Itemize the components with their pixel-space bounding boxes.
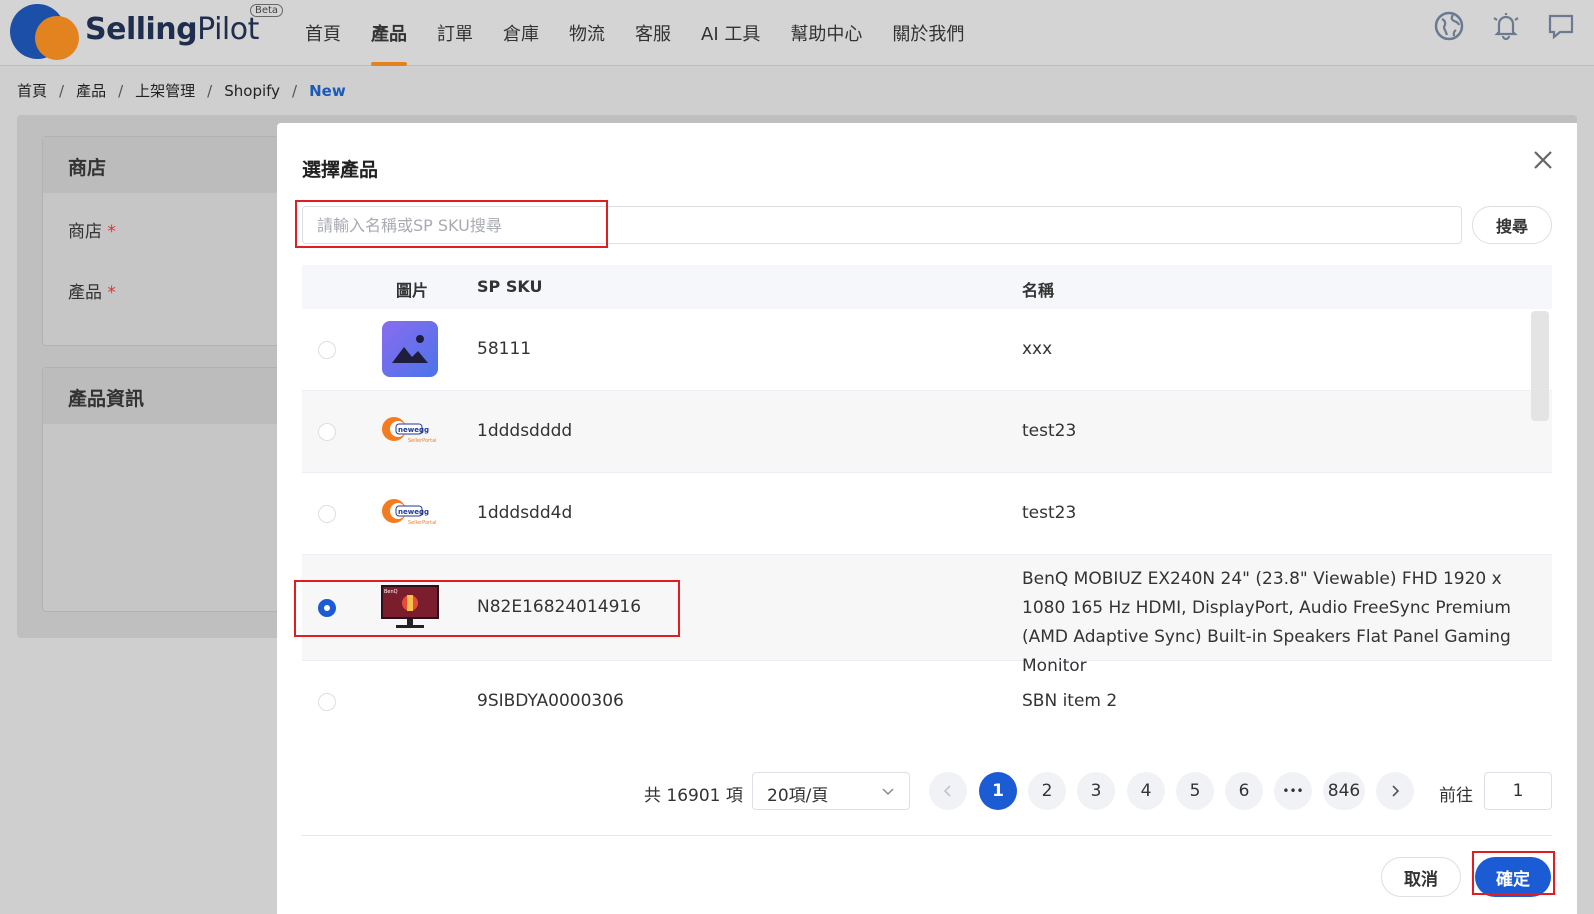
main-nav: 首頁 產品 訂單 倉庫 物流 客服 AI 工具 幫助中心 關於我們 — [290, 0, 979, 66]
breadcrumb-listing-management[interactable]: 上架管理 — [135, 80, 195, 101]
dialog-title: 選擇產品 — [302, 159, 379, 181]
goto-page-input[interactable] — [1484, 772, 1552, 810]
nav-item-orders[interactable]: 訂單 — [422, 0, 488, 66]
chevron-right-icon — [1392, 785, 1400, 797]
svg-text:SellerPortal: SellerPortal — [408, 520, 437, 526]
nav-item-ai-tools[interactable]: AI 工具 — [686, 0, 775, 66]
page-button-4[interactable]: 4 — [1127, 772, 1165, 810]
newegg-logo: newegg SellerPortal — [382, 499, 437, 526]
table-scrollbar[interactable] — [1531, 311, 1549, 421]
message-icon[interactable] — [1546, 10, 1578, 42]
row-sku: 58111 — [477, 339, 532, 359]
close-icon[interactable] — [1532, 149, 1554, 171]
search-button[interactable]: 搜尋 — [1472, 206, 1552, 244]
table-row[interactable]: newegg SellerPortal 1dddsdddd test23 — [302, 391, 1552, 473]
breadcrumb-products[interactable]: 產品 — [76, 80, 106, 101]
svg-text:newegg: newegg — [398, 426, 429, 434]
row-radio[interactable] — [318, 423, 336, 441]
product-field-label: 產品 * — [68, 283, 116, 303]
page-button-last[interactable]: 846 — [1323, 772, 1365, 810]
store-field-label: 商店 * — [68, 222, 116, 242]
row-sku: 1dddsdddd — [477, 421, 573, 441]
page-size-select[interactable]: 20項/頁 — [752, 772, 910, 810]
top-header: SellingPilot Beta 首頁 產品 訂單 倉庫 物流 客服 AI 工… — [0, 0, 1594, 66]
page-button-2[interactable]: 2 — [1028, 772, 1066, 810]
nav-item-customer-service[interactable]: 客服 — [620, 0, 686, 66]
table-header: 圖片 SP SKU 名稱 — [302, 265, 1552, 309]
row-radio-checked[interactable] — [318, 599, 336, 617]
page-button-1[interactable]: 1 — [979, 772, 1017, 810]
row-name: test23 — [1022, 503, 1077, 523]
cancel-button[interactable]: 取消 — [1381, 857, 1461, 897]
nav-item-help-center[interactable]: 幫助中心 — [775, 0, 877, 66]
row-radio[interactable] — [318, 693, 336, 711]
globe-icon[interactable] — [1433, 10, 1465, 42]
breadcrumb-home[interactable]: 首頁 — [17, 80, 47, 101]
logo-text: SellingPilot — [85, 12, 259, 47]
svg-text:newegg: newegg — [398, 508, 429, 516]
row-name: test23 — [1022, 421, 1077, 441]
svg-text:SellerPortal: SellerPortal — [408, 438, 437, 444]
row-name: xxx — [1022, 339, 1053, 359]
beta-badge: Beta — [250, 4, 284, 17]
row-radio[interactable] — [318, 341, 336, 359]
row-radio[interactable] — [318, 505, 336, 523]
total-count: 共 16901 項 — [644, 786, 743, 806]
column-header-name: 名稱 — [1022, 281, 1055, 300]
row-sku: 9SIBDYA0000306 — [477, 691, 624, 711]
newegg-logo: newegg SellerPortal — [382, 417, 437, 444]
table-row[interactable]: newegg SellerPortal 1dddsdd4d test23 — [302, 473, 1552, 555]
monitor-thumbnail: BenQ — [381, 585, 439, 628]
select-product-dialog: 選擇產品 搜尋 圖片 SP SKU 名稱 58111 xxx — [277, 123, 1577, 914]
next-page-button[interactable] — [1376, 772, 1414, 810]
bell-icon[interactable] — [1490, 10, 1522, 42]
breadcrumb-current: New — [309, 81, 346, 100]
sellingpilot-logo[interactable]: SellingPilot Beta — [10, 4, 284, 60]
row-name: SBN item 2 — [1022, 691, 1118, 711]
nav-item-about-us[interactable]: 關於我們 — [877, 0, 979, 66]
column-header-image: 圖片 — [396, 281, 429, 300]
nav-item-warehouse[interactable]: 倉庫 — [488, 0, 554, 66]
svg-text:BenQ: BenQ — [384, 589, 398, 595]
placeholder-image-icon — [382, 321, 438, 377]
search-input[interactable] — [302, 206, 1462, 244]
footer-divider — [302, 835, 1552, 836]
logo-mark-orange — [35, 16, 79, 60]
page-ellipsis-button[interactable]: ••• — [1274, 772, 1312, 810]
page-button-5[interactable]: 5 — [1176, 772, 1214, 810]
row-sku: 1dddsdd4d — [477, 503, 573, 523]
pagination: 共 16901 項 20項/頁 1 2 3 4 5 6 ••• 846 前往 — [277, 771, 1577, 811]
nav-item-logistics[interactable]: 物流 — [554, 0, 620, 66]
goto-label: 前往 — [1439, 786, 1473, 806]
confirm-button[interactable]: 確定 — [1475, 857, 1551, 897]
product-table: 圖片 SP SKU 名稱 58111 xxx newegg SellerPort… — [302, 265, 1552, 742]
breadcrumb: 首頁 / 產品 / 上架管理 / Shopify / New — [17, 80, 346, 101]
table-row[interactable]: 9SIBDYA0000306 SBN item 2 — [302, 661, 1552, 742]
page-button-3[interactable]: 3 — [1077, 772, 1115, 810]
chevron-left-icon — [943, 785, 951, 797]
prev-page-button[interactable] — [929, 772, 967, 810]
row-sku: N82E16824014916 — [477, 597, 642, 617]
chevron-down-icon — [882, 788, 894, 796]
nav-item-home[interactable]: 首頁 — [290, 0, 356, 66]
page-button-6[interactable]: 6 — [1225, 772, 1263, 810]
column-header-sku: SP SKU — [477, 277, 543, 296]
table-row[interactable]: 58111 xxx — [302, 309, 1552, 391]
table-row-selected[interactable]: BenQ N82E16824014916 BenQ MOBIUZ EX240N … — [302, 555, 1552, 676]
nav-item-products[interactable]: 產品 — [356, 0, 422, 66]
breadcrumb-shopify[interactable]: Shopify — [224, 82, 280, 100]
